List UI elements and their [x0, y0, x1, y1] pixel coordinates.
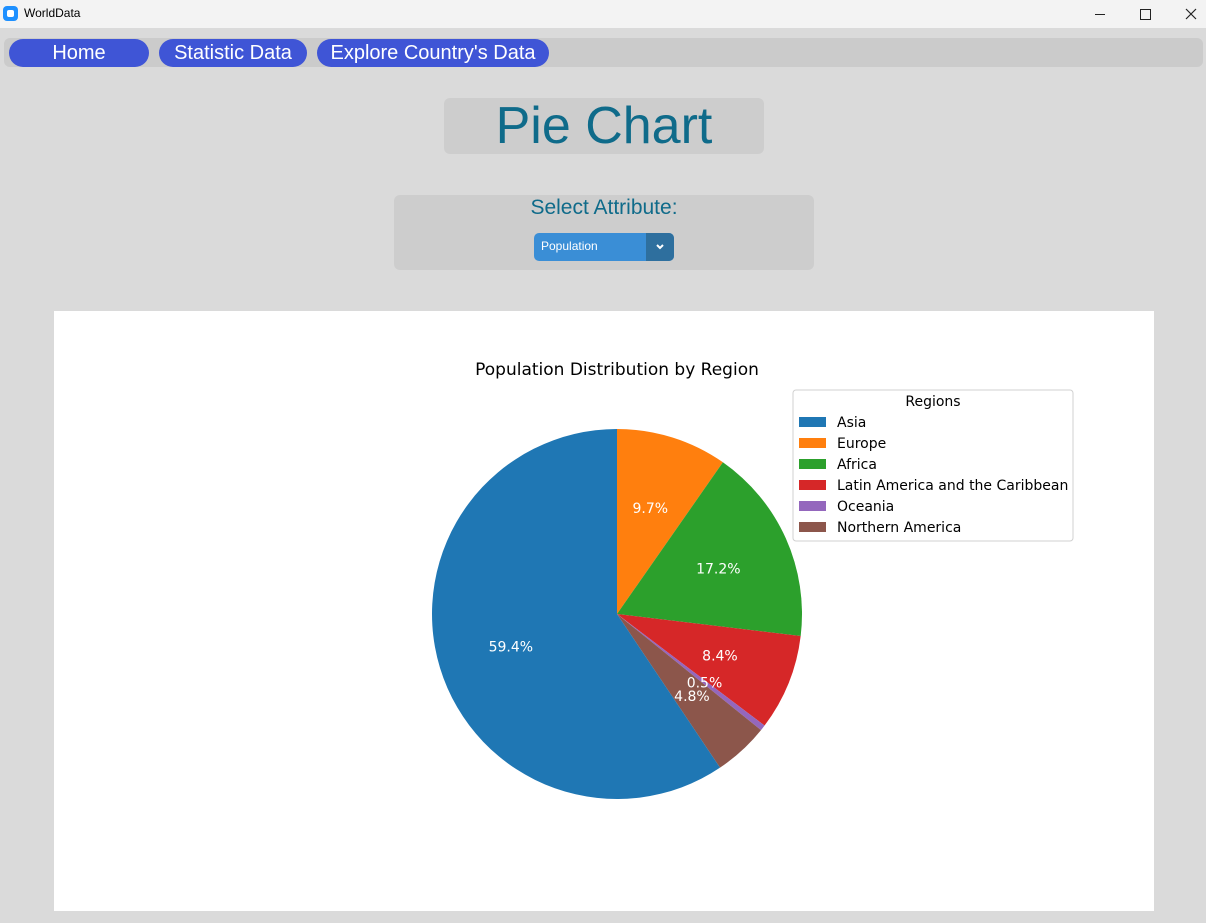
legend-swatch — [799, 417, 826, 427]
statistic-data-button[interactable]: Statistic Data — [159, 39, 307, 67]
pie-slice-label: 8.4% — [702, 649, 738, 665]
pie-slice-label: 17.2% — [696, 562, 740, 578]
legend-label: Oceania — [837, 499, 894, 515]
legend-label: Latin America and the Caribbean — [837, 478, 1068, 494]
pie-slice-label: 59.4% — [489, 639, 533, 655]
legend-label: Europe — [837, 436, 886, 452]
close-button[interactable] — [1168, 0, 1206, 28]
pie-chart: Population Distribution by Region 9.7% 17… — [431, 360, 1074, 799]
legend-swatch — [799, 480, 826, 490]
chevron-down-icon[interactable] — [646, 233, 674, 261]
chart-legend: Regions Asia Europe Africa Latin America an… — [792, 389, 1074, 542]
close-icon — [1185, 8, 1197, 20]
legend-swatch — [799, 501, 826, 511]
chart-panel: Population Distribution by Region 9.7% 17… — [54, 311, 1154, 911]
page-title: Pie Chart — [495, 97, 713, 155]
chart-title: Population Distribution by Region — [475, 360, 759, 380]
maximize-button[interactable] — [1122, 0, 1168, 28]
legend-swatch — [799, 459, 826, 469]
home-button[interactable]: Home — [9, 39, 149, 67]
legend-label: Northern America — [837, 520, 961, 536]
minimize-icon — [1095, 13, 1105, 15]
app-icon — [3, 6, 18, 21]
pie-slice-label: 9.7% — [633, 501, 669, 517]
explore-country-data-button[interactable]: Explore Country's Data — [317, 39, 549, 67]
legend-swatch — [799, 522, 826, 532]
attribute-dropdown[interactable]: Population — [534, 233, 674, 261]
maximize-icon — [1139, 8, 1151, 20]
title-bar: WorldData — [0, 0, 1206, 28]
minimize-button[interactable] — [1077, 0, 1123, 28]
legend-label: Africa — [837, 457, 877, 473]
window-title: WorldData — [24, 6, 81, 20]
select-attribute-label: Select Attribute: — [530, 196, 678, 219]
legend-title: Regions — [905, 394, 960, 410]
legend-label: Asia — [837, 415, 866, 431]
attribute-dropdown-value: Population — [541, 239, 598, 253]
pie-slice-label: 4.8% — [674, 689, 710, 705]
legend-swatch — [799, 438, 826, 448]
